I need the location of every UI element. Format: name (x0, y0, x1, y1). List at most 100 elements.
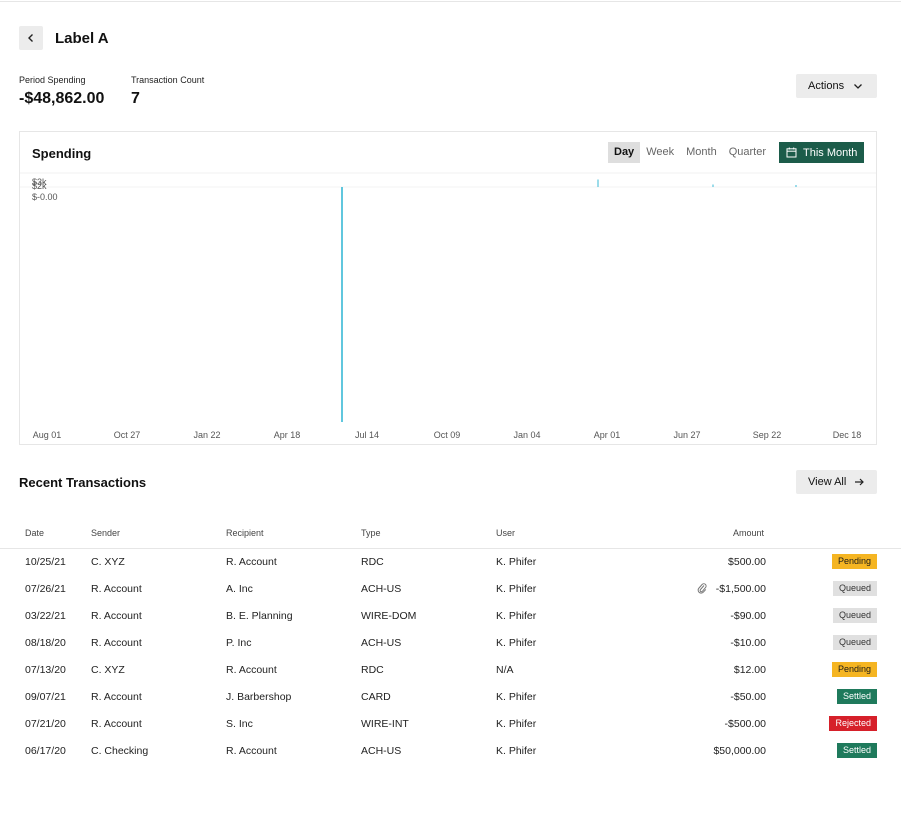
date-cell: 10/25/21 (25, 556, 66, 568)
type-cell: ACH-US (361, 745, 402, 757)
table-row[interactable]: 07/26/21 R. Account A. Inc ACH-US K. Phifer -… (0, 575, 901, 602)
actions-label: Actions (808, 80, 845, 92)
column-header-type[interactable]: Type (361, 528, 381, 538)
amount-cell: -$10.00 (730, 637, 766, 649)
back-button[interactable] (19, 26, 43, 50)
transaction-count-label: Transaction Count (131, 75, 205, 85)
recipient-cell: R. Account (226, 664, 277, 676)
y-tick-label: $-0.00 (32, 192, 58, 202)
status-badge: Settled (836, 689, 877, 704)
x-tick-label: Apr 01 (594, 430, 621, 440)
period-spending-value: -$48,862.00 (19, 90, 105, 107)
status-badge: Pending (831, 554, 877, 569)
status-badge: Queued (832, 608, 877, 623)
period-week-button[interactable]: Week (640, 142, 680, 163)
date-cell: 08/18/20 (25, 637, 66, 649)
spending-chart: $3k$2k$-0.00Aug 01 Oct 27 Jan 22 Apr 18 Jul … (20, 172, 876, 440)
transaction-count-value: 7 (131, 90, 140, 107)
sender-cell: C. XYZ (91, 664, 125, 676)
table-row[interactable]: 06/17/20 C. Checking R. Account ACH-US K. Ph… (0, 737, 901, 764)
user-cell: N/A (496, 664, 514, 676)
amount-cell: -$1,500.00 (715, 583, 766, 595)
date-cell: 07/21/20 (25, 718, 66, 730)
x-tick-label: Jan 04 (513, 430, 540, 440)
chart-title: Spending (32, 146, 92, 161)
spending-chart-card: $3k $2k $-0.00 Aug 01 Oct 27 Jan 22 Apr 18 Jul … (19, 131, 877, 445)
status-badge: Queued (832, 635, 877, 650)
view-all-button[interactable]: View All (796, 470, 877, 494)
x-tick-label: Dec 18 (833, 430, 862, 440)
chevron-down-icon (854, 84, 863, 89)
chevron-left-icon (28, 34, 33, 42)
status-badge: Settled (836, 743, 877, 758)
date-cell: 07/26/21 (25, 583, 66, 595)
recent-transactions-title: Recent Transactions (19, 475, 147, 490)
sender-cell: R. Account (91, 718, 142, 730)
type-cell: WIRE-DOM (361, 610, 417, 622)
page-title: Label A (55, 30, 109, 47)
table-row[interactable]: 07/13/20 C. XYZ R. Account RDC N/A $12.00 Pend… (0, 656, 901, 683)
recipient-cell: R. Account (226, 745, 277, 757)
date-cell: 09/07/21 (25, 691, 66, 703)
type-cell: ACH-US (361, 637, 402, 649)
x-tick-label: Apr 18 (274, 430, 301, 440)
period-month-button[interactable]: Month (680, 142, 723, 163)
table-row[interactable]: 09/07/21 R. Account J. Barbershop CARD K. Ph… (0, 683, 901, 710)
user-cell: K. Phifer (496, 745, 537, 757)
arrow-right-icon (855, 478, 865, 486)
sender-cell: R. Account (91, 583, 142, 595)
x-tick-label: Sep 22 (753, 430, 782, 440)
date-range-button[interactable]: This Month (779, 142, 864, 163)
x-tick-label: Jun 27 (673, 430, 700, 440)
type-cell: RDC (361, 556, 384, 568)
column-header-recipient[interactable]: Recipient (226, 528, 264, 538)
recipient-cell: R. Account (226, 556, 277, 568)
column-header-amount[interactable]: Amount (733, 528, 764, 538)
x-tick-label: Oct 27 (114, 430, 141, 440)
type-cell: RDC (361, 664, 384, 676)
user-cell: K. Phifer (496, 610, 537, 622)
amount-cell: $500.00 (728, 556, 766, 568)
recipient-cell: P. Inc (226, 637, 252, 649)
type-cell: ACH-US (361, 583, 402, 595)
recipient-cell: J. Barbershop (226, 691, 292, 703)
sender-cell: R. Account (91, 691, 142, 703)
sender-cell: C. XYZ (91, 556, 125, 568)
column-header-sender[interactable]: Sender (91, 528, 120, 538)
date-cell: 03/22/21 (25, 610, 66, 622)
period-quarter-button[interactable]: Quarter (723, 142, 772, 163)
status-badge: Rejected (829, 716, 877, 731)
column-header-date[interactable]: Date (25, 528, 44, 538)
amount-cell: $50,000.00 (713, 745, 766, 757)
x-tick-label: Jan 22 (193, 430, 220, 440)
type-cell: WIRE-INT (361, 718, 409, 730)
x-tick-label: Oct 09 (434, 430, 461, 440)
table-row[interactable]: 10/25/21 C. XYZ R. Account RDC K. Phifer $500… (0, 548, 901, 575)
table-row[interactable]: 08/18/20 R. Account P. Inc ACH-US K. Phifer -… (0, 629, 901, 656)
x-tick-label: Aug 01 (33, 430, 62, 440)
x-tick-label: Jul 14 (355, 430, 379, 440)
amount-cell: $12.00 (733, 664, 766, 676)
user-cell: K. Phifer (496, 637, 537, 649)
period-day-button[interactable]: Day (608, 142, 641, 163)
period-spending-label: Period Spending (19, 75, 86, 85)
period-selector: Day Week Month Quarter (608, 142, 772, 163)
user-cell: K. Phifer (496, 583, 537, 595)
type-cell: CARD (361, 691, 391, 703)
table-row[interactable]: 07/21/20 R. Account S. Inc WIRE-INT K. Phife… (0, 710, 901, 737)
calendar-icon (786, 147, 797, 158)
column-header-user[interactable]: User (496, 528, 515, 538)
user-cell: K. Phifer (496, 691, 537, 703)
actions-button[interactable]: Actions (796, 74, 877, 98)
recipient-cell: S. Inc (226, 718, 253, 730)
date-cell: 06/17/20 (25, 745, 66, 757)
table-row[interactable]: 03/22/21 R. Account B. E. Planning WIRE-DOM… (0, 602, 901, 629)
status-badge: Queued (832, 581, 877, 596)
recipient-cell: A. Inc (226, 583, 253, 595)
top-divider (0, 1, 901, 2)
recipient-cell: B. E. Planning (226, 610, 293, 622)
date-cell: 07/13/20 (25, 664, 66, 676)
sender-cell: R. Account (91, 610, 142, 622)
sender-cell: C. Checking (91, 745, 149, 757)
status-badge: Pending (831, 662, 877, 677)
